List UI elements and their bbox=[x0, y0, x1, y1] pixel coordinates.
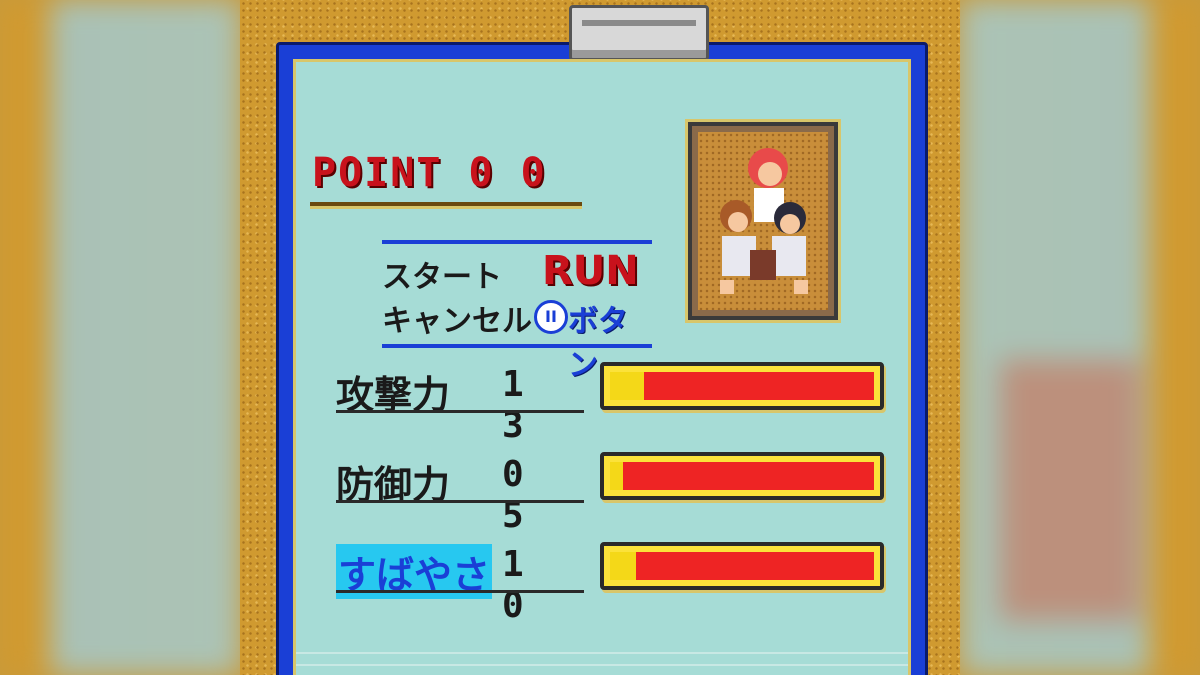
run-button-label: RUN bbox=[542, 248, 639, 294]
characters-sprite bbox=[720, 148, 808, 294]
stat-value: 0 5 bbox=[502, 454, 538, 536]
paper-lines bbox=[296, 642, 908, 675]
stat-row-attack: 攻撃力 1 3 bbox=[336, 360, 586, 446]
stat-bar-speed bbox=[600, 542, 884, 590]
right-blur-panel bbox=[960, 0, 1200, 675]
start-label: スタート bbox=[382, 260, 502, 295]
stat-value: 1 3 bbox=[502, 364, 538, 446]
stat-bar-attack bbox=[600, 362, 884, 410]
point-label: POINT bbox=[312, 150, 443, 196]
point-display: POINT 0 0 bbox=[312, 150, 547, 196]
stat-underline bbox=[336, 500, 584, 503]
left-blur-panel bbox=[0, 0, 240, 675]
cancel-label: キャンセル bbox=[382, 304, 532, 339]
portrait-image bbox=[698, 132, 828, 310]
clipboard-clip bbox=[569, 5, 709, 70]
point-underline bbox=[310, 202, 582, 209]
game-screen: POINT 0 0 スタート RUN キャンセル II ボタン 攻撃力 1 3 … bbox=[240, 0, 960, 675]
stat-bar-fill bbox=[610, 552, 637, 580]
stat-row-speed[interactable]: すばやさ 1 0 bbox=[336, 540, 586, 626]
stat-bar-fill bbox=[610, 372, 645, 400]
stat-underline bbox=[336, 410, 584, 413]
clipboard: POINT 0 0 スタート RUN キャンセル II ボタン 攻撃力 1 3 … bbox=[276, 5, 928, 675]
button-ii-icon: II bbox=[534, 300, 568, 334]
controls-box: スタート RUN キャンセル II ボタン bbox=[382, 240, 652, 383]
stat-underline bbox=[336, 590, 584, 593]
point-value: 0 0 bbox=[468, 150, 547, 196]
stat-value: 1 0 bbox=[502, 544, 538, 626]
clipboard-paper: POINT 0 0 スタート RUN キャンセル II ボタン 攻撃力 1 3 … bbox=[293, 59, 911, 675]
stat-row-defense: 防御力 0 5 bbox=[336, 450, 586, 536]
stat-bar-fill bbox=[610, 462, 624, 490]
character-portrait bbox=[688, 122, 838, 320]
stat-bar-defense bbox=[600, 452, 884, 500]
